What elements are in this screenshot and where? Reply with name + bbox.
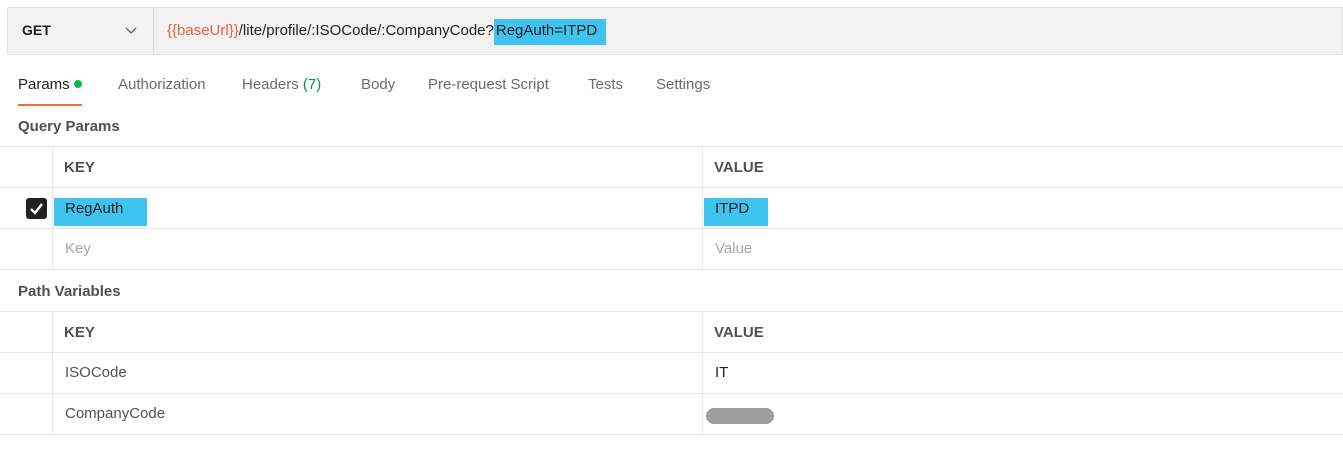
url-query-highlight: RegAuth=ITPD: [493, 19, 607, 45]
tab-label: Params: [18, 76, 70, 93]
tab-label: Body: [361, 76, 396, 93]
param-value: ITPD: [715, 200, 750, 217]
tab-label: Tests: [588, 76, 624, 93]
value-column-header: VALUE: [714, 324, 764, 341]
tab-body[interactable]: Body: [361, 76, 395, 106]
table-row: CompanyCode: [0, 393, 1343, 435]
tab-label: Settings: [656, 76, 711, 93]
tab-pre-request-script[interactable]: Pre-request Script: [428, 76, 549, 106]
table-header-row: KEY VALUE: [0, 311, 1343, 352]
path-key: ISOCode: [65, 364, 127, 381]
new-key-input[interactable]: Key: [53, 229, 703, 269]
params-status-dot: [73, 80, 82, 88]
method-select[interactable]: GET: [8, 8, 154, 54]
table-row: ISOCode IT: [0, 352, 1343, 393]
tab-authorization[interactable]: Authorization: [118, 76, 206, 106]
path-key: CompanyCode: [65, 405, 166, 422]
key-column-header: KEY: [64, 324, 95, 341]
method-label: GET: [22, 22, 51, 38]
value-placeholder: Value: [715, 240, 753, 257]
path-key-cell[interactable]: ISOCode: [53, 353, 703, 393]
key-highlight: RegAuth: [54, 198, 147, 226]
key-placeholder: Key: [65, 240, 91, 257]
param-key-cell[interactable]: RegAuth: [53, 188, 703, 228]
url-variable: {{baseUrl}}: [167, 22, 239, 39]
path-value: IT: [715, 364, 729, 381]
active-tab-indicator: [18, 104, 82, 106]
table-header-row: KEY VALUE: [0, 146, 1343, 187]
redacted-value: [706, 408, 774, 424]
new-value-input[interactable]: Value: [703, 229, 1343, 269]
checkmark-icon: [30, 203, 43, 215]
tab-headers[interactable]: Headers (7): [242, 76, 321, 106]
table-row: RegAuth ITPD: [0, 187, 1343, 228]
param-value-cell[interactable]: ITPD: [703, 188, 1343, 228]
path-key-cell[interactable]: CompanyCode: [53, 394, 703, 434]
query-params-title: Query Params: [18, 118, 120, 135]
param-key: RegAuth: [65, 200, 124, 217]
path-value-cell[interactable]: [703, 394, 1343, 434]
path-variables-title: Path Variables: [18, 283, 121, 300]
value-column-header: VALUE: [714, 159, 764, 176]
path-value-cell[interactable]: IT: [703, 353, 1343, 393]
tab-label: Pre-request Script: [428, 76, 549, 93]
tab-params[interactable]: Params: [18, 76, 82, 106]
table-row-new: Key Value: [0, 228, 1343, 270]
tab-tests[interactable]: Tests: [588, 76, 623, 106]
tab-label: Headers: [242, 76, 299, 93]
value-highlight: ITPD: [704, 198, 768, 226]
tab-label: Authorization: [118, 76, 206, 93]
param-enabled-checkbox[interactable]: [26, 198, 47, 219]
headers-count: (7): [302, 76, 322, 93]
url-input[interactable]: {{baseUrl}}/lite/profile/:ISOCode/:Compa…: [167, 19, 607, 45]
request-url-bar: GET {{baseUrl}}/lite/profile/:ISOCode/:C…: [7, 7, 1343, 55]
key-column-header: KEY: [64, 159, 95, 176]
chevron-down-icon: [125, 27, 137, 35]
url-path: /lite/profile/:ISOCode/:CompanyCode?: [238, 22, 494, 39]
tab-settings[interactable]: Settings: [656, 76, 710, 106]
